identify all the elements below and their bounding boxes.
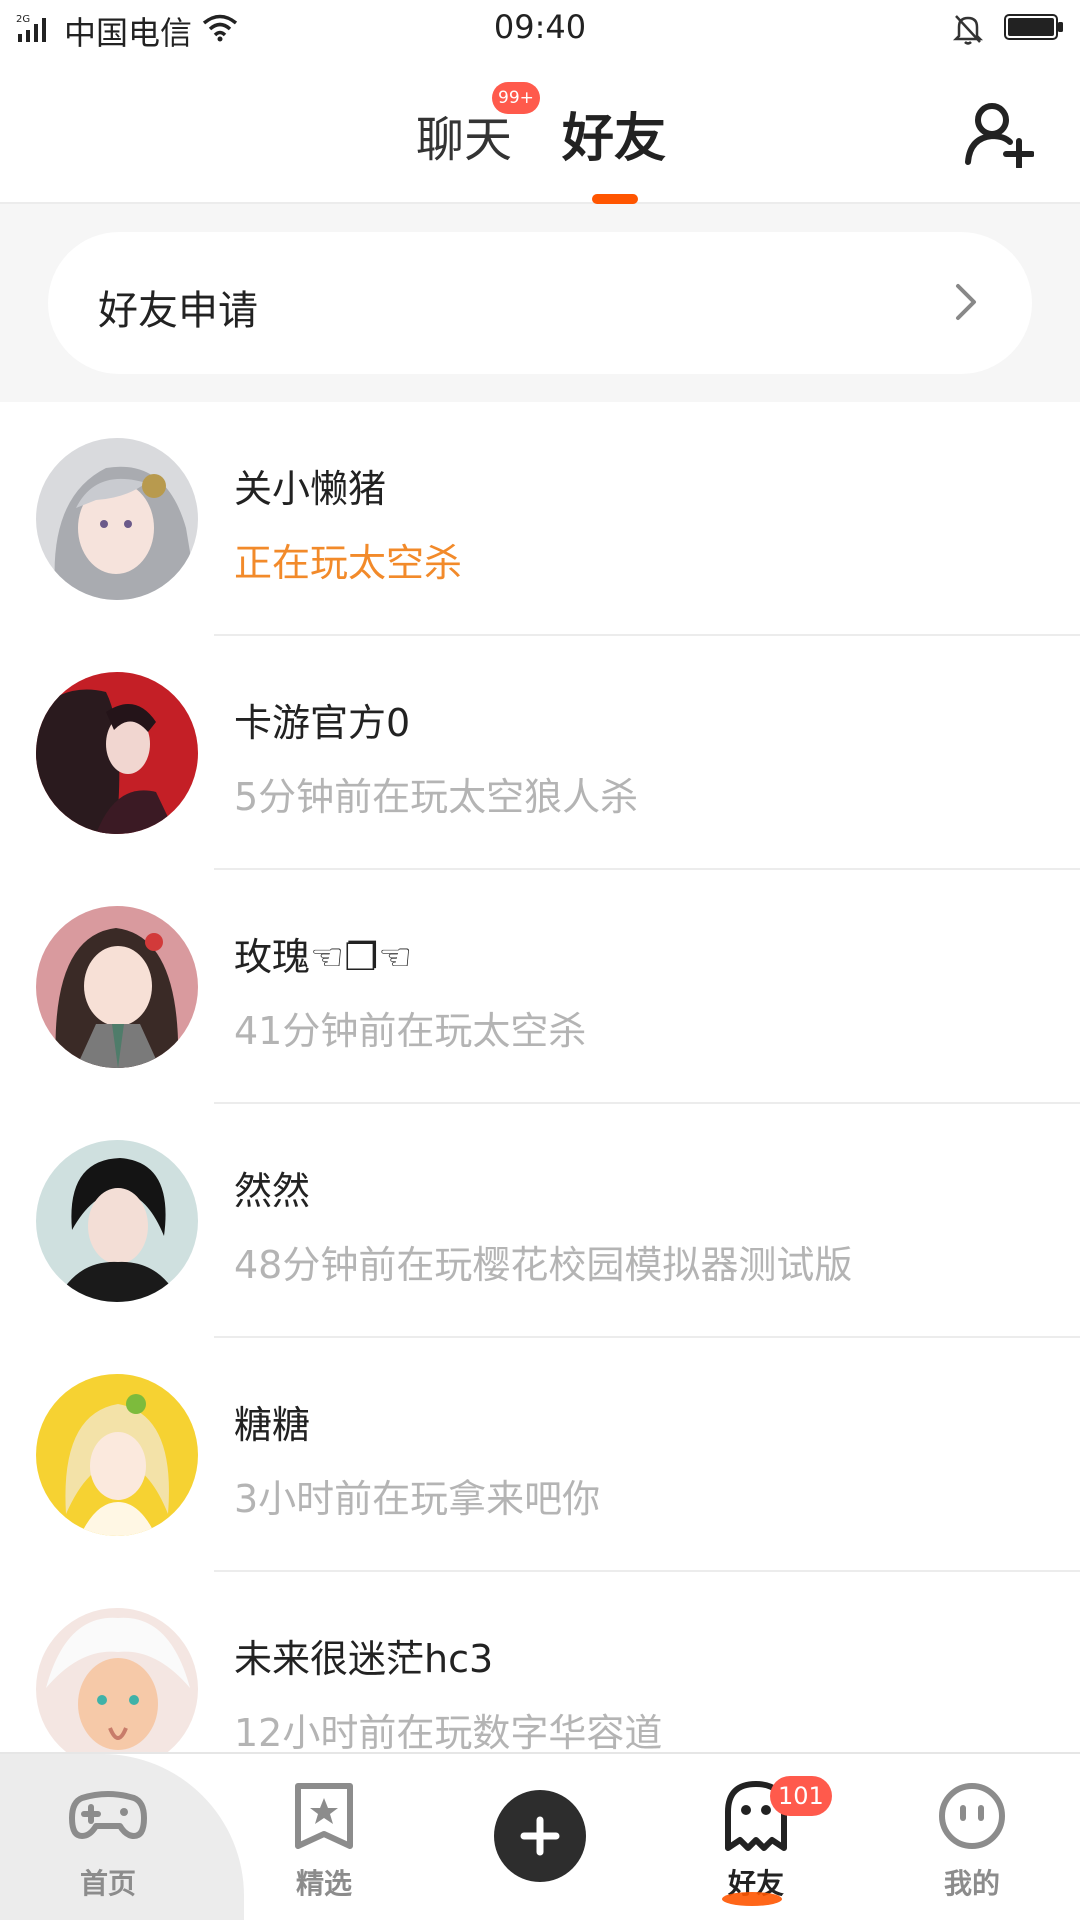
chat-unread-badge: 99+ [492,82,540,114]
friend-request-label: 好友申请 [98,288,258,334]
nav-featured[interactable]: 精选 [216,1754,432,1920]
friends-unread-badge: 101 [770,1776,832,1816]
face-icon [939,1783,1005,1849]
clock: 09:40 [493,8,587,46]
friend-list-item[interactable]: 玫瑰☜❐☜ 41分钟前在玩太空杀 [0,870,1080,1104]
friend-status: 正在玩太空杀 [234,541,463,585]
friend-status: 12小时前在玩数字华容道 [234,1711,663,1755]
create-button[interactable] [494,1790,586,1882]
friend-status: 5分钟前在玩太空狼人杀 [234,775,639,819]
friend-request-section: 好友申请 [0,204,1080,402]
bottom-nav: 首页 精选 好友 101 我的 [0,1752,1080,1920]
friend-list-item[interactable]: 卡游官方0 5分钟前在玩太空狼人杀 [0,636,1080,870]
active-tab-indicator [592,194,638,204]
friend-request-button[interactable]: 好友申请 [48,232,1032,374]
status-bar: 2G 中国电信 09:40 [0,0,1080,58]
bell-muted-icon [952,15,984,45]
top-header: 聊天 99+ 好友 [0,58,1080,204]
friend-list-item[interactable]: 糖糖 3小时前在玩拿来吧你 [0,1338,1080,1572]
battery-icon [1004,14,1063,40]
gamepad-icon [69,1791,147,1839]
friend-name: 然然 [234,1169,311,1213]
star-bookmark-icon [295,1783,353,1849]
friend-list-item[interactable]: 关小懒猪 正在玩太空杀 [0,402,1080,636]
friend-name: 玫瑰☜❐☜ [234,935,413,979]
nav-label: 首页 [79,1867,136,1900]
nav-label: 我的 [943,1867,1000,1900]
avatar[interactable] [36,1608,198,1770]
friend-name: 未来很迷茫hc3 [234,1637,494,1681]
chevron-right-icon [956,284,976,320]
avatar[interactable] [36,672,198,834]
avatar[interactable] [36,906,198,1068]
friend-list-item[interactable]: 然然 48分钟前在玩樱花校园模拟器测试版 [0,1104,1080,1338]
add-user-icon[interactable] [964,100,1034,168]
nav-home[interactable]: 首页 [0,1754,216,1920]
avatar[interactable] [36,1140,198,1302]
friend-name: 关小懒猪 [234,467,387,511]
avatar[interactable] [36,438,198,600]
friend-status: 41分钟前在玩太空杀 [234,1009,587,1053]
friends-screen: 2G 中国电信 09:40 聊天 99+ 好友 好友申请 关小懒猪 正在玩太空杀… [0,0,1080,1920]
tab-friends[interactable]: 好友 [562,96,666,171]
friend-status: 3小时前在玩拿来吧你 [234,1477,601,1521]
friend-name: 糖糖 [234,1403,311,1447]
avatar[interactable] [36,1374,198,1536]
friend-status: 48分钟前在玩樱花校园模拟器测试版 [234,1243,853,1287]
nav-profile[interactable]: 我的 [864,1754,1080,1920]
friend-name: 卡游官方0 [234,701,411,745]
active-nav-indicator [722,1892,782,1906]
nav-label: 精选 [295,1867,352,1900]
plus-icon [520,1816,560,1856]
friend-list: 关小懒猪 正在玩太空杀 卡游官方0 5分钟前在玩太空狼人杀 玫瑰☜❐☜ 41分钟… [0,402,1080,1806]
